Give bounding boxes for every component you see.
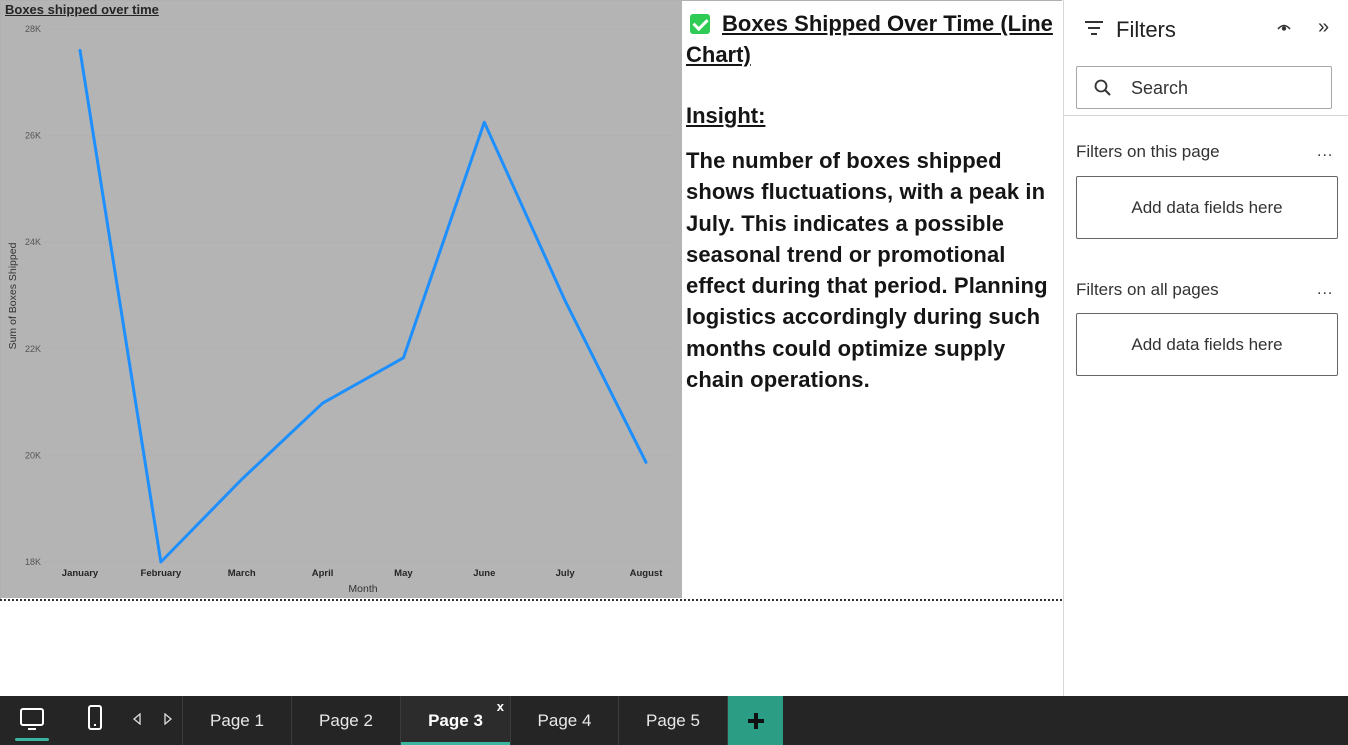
y-tick-label: 20K	[25, 450, 41, 460]
collapse-pane-icon[interactable]: »	[1318, 17, 1329, 37]
add-page-button[interactable]	[728, 696, 783, 745]
insight-body: The number of boxes shipped shows fluctu…	[686, 148, 1048, 393]
tab-label: Page 4	[537, 710, 592, 730]
next-page-icon[interactable]	[163, 713, 173, 725]
all-pages-drop-well[interactable]: Add data fields here	[1076, 313, 1338, 376]
y-tick-label: 22K	[25, 344, 41, 354]
tab-page-3[interactable]: Page 3 x	[401, 696, 511, 745]
page-boundary-line	[0, 599, 1062, 601]
desktop-view-indicator	[15, 738, 49, 741]
filters-pane: Filters » Filters on this page ... Add d…	[1063, 0, 1348, 696]
line-chart: 18K 20K 22K 24K 26K 28K January February March Ap…	[7, 24, 676, 595]
x-tick-label: February	[141, 568, 182, 579]
x-tick-label: June	[473, 568, 495, 579]
search-input[interactable]	[1131, 76, 1321, 100]
x-axis-title: Month	[348, 583, 377, 595]
y-tick-label: 24K	[25, 237, 41, 247]
desktop-view-icon[interactable]	[18, 705, 46, 733]
tab-label: Page 5	[646, 710, 700, 730]
y-tick-label: 28K	[25, 24, 41, 34]
report-canvas: Boxes shipped over time 18K 20K 22K 24K 26K 2…	[0, 0, 1063, 696]
eye-icon[interactable]	[1277, 22, 1291, 32]
filter-icon	[1085, 21, 1103, 35]
tab-label: Page 1	[210, 710, 264, 730]
filters-on-all-pages-label: Filters on all pages	[1076, 280, 1219, 299]
mobile-view-icon[interactable]	[86, 704, 104, 732]
close-tab-icon[interactable]: x	[497, 699, 504, 714]
plus-icon	[747, 712, 764, 729]
x-tick-label: April	[312, 568, 334, 579]
search-icon	[1094, 79, 1111, 96]
line-chart-visual[interactable]: Boxes shipped over time 18K 20K 22K 24K 26K 2…	[1, 1, 682, 598]
insight-text-box[interactable]: Boxes Shipped Over Time (Line Chart) Ins…	[686, 8, 1058, 395]
filters-title: Filters	[1116, 17, 1176, 42]
more-options-icon[interactable]: ...	[1317, 281, 1333, 299]
filters-search-box[interactable]	[1076, 66, 1332, 109]
x-tick-label: March	[228, 568, 256, 579]
x-tick-label: May	[394, 568, 413, 579]
x-tick-label: July	[556, 568, 576, 579]
insight-heading: Boxes Shipped Over Time (Line Chart)	[686, 8, 1058, 70]
tab-page-2[interactable]: Page 2	[292, 696, 401, 745]
filters-header: Filters »	[1064, 0, 1348, 60]
more-options-icon[interactable]: ...	[1317, 143, 1333, 161]
insight-heading-text: Boxes Shipped Over Time (Line Chart)	[686, 11, 1053, 67]
tab-label: Page 2	[319, 710, 373, 730]
y-tick-label: 26K	[25, 131, 41, 141]
check-icon	[690, 14, 710, 34]
this-page-drop-well[interactable]: Add data fields here	[1076, 176, 1338, 239]
y-tick-label: 18K	[25, 557, 41, 567]
filters-on-this-page-label: Filters on this page	[1076, 142, 1220, 161]
tab-page-4[interactable]: Page 4	[511, 696, 619, 745]
x-tick-label: August	[630, 568, 664, 579]
tab-label: Page 3	[428, 710, 483, 730]
page-navigation-bar: Page 1 Page 2 Page 3 x Page 4 Page 5	[0, 696, 1348, 745]
x-tick-label: January	[62, 568, 99, 579]
tab-page-1[interactable]: Page 1	[182, 696, 292, 745]
insight-label: Insight:	[686, 103, 766, 128]
tab-page-5[interactable]: Page 5	[619, 696, 728, 745]
series-line	[78, 48, 648, 564]
previous-page-icon[interactable]	[132, 713, 142, 725]
divider	[1064, 115, 1348, 116]
y-axis-title: Sum of Boxes Shipped	[7, 242, 19, 349]
